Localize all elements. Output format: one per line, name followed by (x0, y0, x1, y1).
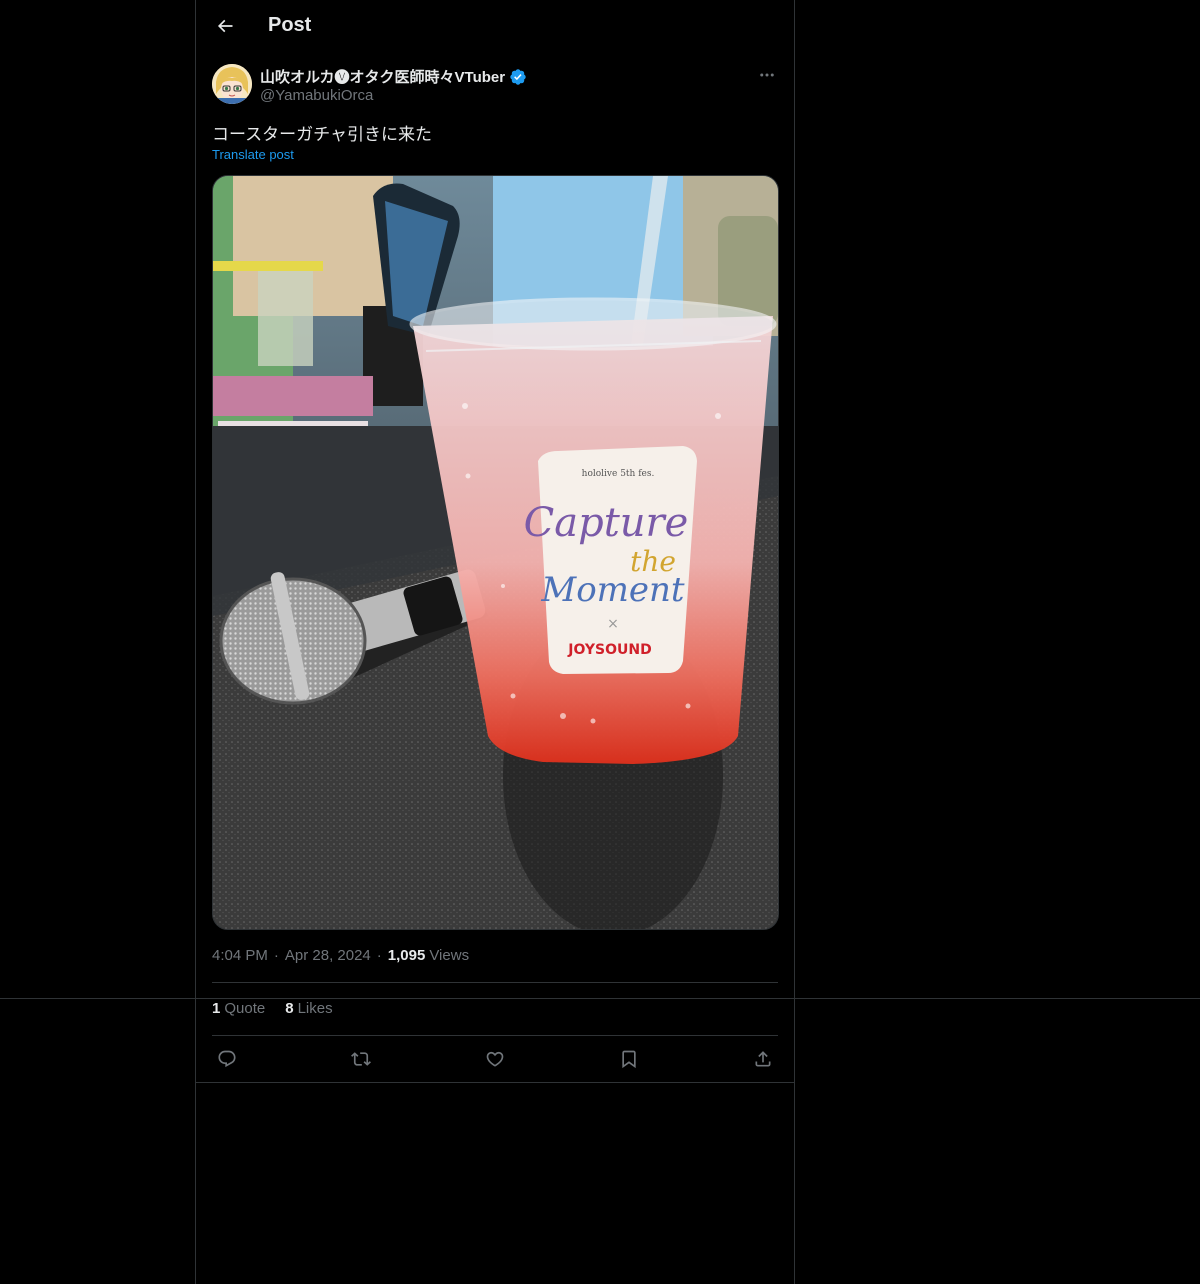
bookmark-icon (622, 1050, 636, 1069)
reply-icon (218, 1050, 236, 1068)
display-name[interactable]: 山吹オルカ🅥オタク医師時々VTuber (260, 66, 505, 87)
handle[interactable]: @YamabukiOrca (260, 87, 373, 104)
page-title: Post (268, 14, 312, 36)
label-joysound-text: JOYSOUND (567, 642, 651, 658)
avatar-image (212, 64, 252, 104)
label-fes-text: hololive 5th fes. (582, 469, 655, 479)
drink-photo: hololive 5th fes. Capture the Moment × J… (213, 176, 778, 929)
quotes-count: 1 (212, 1000, 221, 1017)
main-column: Post 山吹オルカ🅥オタク医師時々VTuber @YamabukiOrca コ… (195, 0, 795, 1284)
post-meta: 4:04 PM · Apr 28, 2024 · 1,095 Views (212, 947, 469, 964)
label-capture-text: Capture (524, 500, 689, 546)
repost-button[interactable] (346, 1044, 376, 1074)
post-author: 山吹オルカ🅥オタク医師時々VTuber @YamabukiOrca (212, 64, 778, 108)
views-label: Views (429, 947, 470, 964)
translate-post-link[interactable]: Translate post (212, 147, 294, 162)
likes-label: Likes (297, 1000, 333, 1017)
label-moment-text: Moment (540, 570, 685, 610)
name-row: 山吹オルカ🅥オタク医師時々VTuber (260, 66, 527, 87)
post-image[interactable]: hololive 5th fes. Capture the Moment × J… (212, 175, 779, 930)
avatar[interactable] (212, 64, 252, 104)
reply-button[interactable] (212, 1044, 242, 1074)
meta-separator: · (376, 947, 382, 964)
likes-count: 8 (285, 1000, 294, 1017)
likes-stat[interactable]: 8 Likes (285, 1000, 332, 1017)
divider (196, 1082, 794, 1083)
back-button[interactable] (208, 9, 242, 43)
post-text: コースターガチャ引きに来た (212, 125, 432, 145)
header: Post (196, 0, 794, 53)
divider (212, 1035, 778, 1036)
arrow-left-icon (217, 19, 233, 33)
like-button[interactable] (480, 1044, 510, 1074)
action-bar (212, 1044, 778, 1074)
post-date[interactable]: Apr 28, 2024 (285, 947, 371, 964)
divider (212, 982, 778, 983)
quotes-label: Quote (224, 1000, 266, 1017)
post-stats: 1 Quote 8 Likes (212, 1000, 333, 1017)
repost-icon (351, 1052, 371, 1066)
meta-separator: · (273, 947, 279, 964)
share-button[interactable] (748, 1044, 778, 1074)
quotes-stat[interactable]: 1 Quote (212, 1000, 265, 1017)
label-collab-x: × (607, 616, 619, 632)
more-button[interactable] (756, 64, 778, 86)
page: Post 山吹オルカ🅥オタク医師時々VTuber @YamabukiOrca コ… (0, 0, 1200, 1284)
bookmark-button[interactable] (614, 1044, 644, 1074)
verified-badge-icon (510, 68, 526, 85)
post-time[interactable]: 4:04 PM (212, 947, 268, 964)
views-count: 1,095 (387, 947, 426, 964)
heart-icon (486, 1051, 504, 1067)
more-horizontal-icon (760, 73, 774, 77)
share-icon (755, 1051, 771, 1067)
